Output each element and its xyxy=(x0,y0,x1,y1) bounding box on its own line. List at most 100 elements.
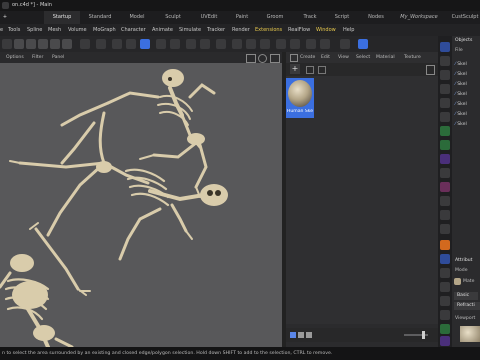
spline-icon[interactable] xyxy=(440,112,450,122)
menu-realflow[interactable]: RealFlow xyxy=(288,24,310,36)
deformer-icon[interactable] xyxy=(276,39,286,49)
menu-extensions[interactable]: Extensions xyxy=(255,24,282,36)
tab-sculpt[interactable]: Sculpt xyxy=(156,11,190,24)
tab-standard[interactable]: Standard xyxy=(82,11,118,24)
object-row[interactable]: ⁄ Skel xyxy=(455,100,467,109)
subdivision-icon[interactable] xyxy=(246,39,256,49)
cube-icon[interactable] xyxy=(216,39,226,49)
attributes-tab-refraction[interactable]: Refracti xyxy=(454,302,480,310)
menu-volume[interactable]: Volume xyxy=(68,24,87,36)
plugin-icon-1[interactable] xyxy=(440,268,450,278)
material-tool-icon-2[interactable] xyxy=(318,66,326,74)
settings-icon[interactable] xyxy=(440,140,450,150)
workplane-icon[interactable] xyxy=(112,39,122,49)
add-layout-icon[interactable]: + xyxy=(0,11,10,24)
viewport-menu-options[interactable]: Options xyxy=(6,52,24,63)
tab-my-workspace[interactable]: My_Workspace xyxy=(396,11,442,24)
material-menu-create[interactable]: Create xyxy=(300,52,315,63)
viewport-move-icon[interactable] xyxy=(246,54,256,63)
view-panel-icon[interactable] xyxy=(440,42,450,52)
cube-primitive-icon[interactable] xyxy=(440,56,450,66)
object-row[interactable]: ⁄ Skel xyxy=(455,70,467,79)
object-row[interactable]: ⁄ Skel xyxy=(455,120,467,129)
material-menu-select[interactable]: Select xyxy=(356,52,370,63)
view-mode-icon-3[interactable] xyxy=(306,332,312,338)
menu-mesh[interactable]: Mesh xyxy=(48,24,61,36)
object-mode-icon[interactable] xyxy=(14,39,24,49)
material-tag-icon[interactable] xyxy=(440,182,450,192)
scene-icon[interactable] xyxy=(440,168,450,178)
object-row[interactable]: ⁄ Skel xyxy=(455,60,467,69)
panel-toggle-icon[interactable] xyxy=(358,39,368,49)
generator-icon[interactable] xyxy=(440,126,450,136)
locked-workplane-icon[interactable] xyxy=(126,39,136,49)
tab-custsculpt[interactable]: CustSculpt xyxy=(450,11,480,24)
menu-help[interactable]: Help xyxy=(343,24,354,36)
tab-groom[interactable]: Groom xyxy=(260,11,290,24)
thumbnail-size-slider-handle[interactable] xyxy=(422,331,425,339)
menu-tools[interactable]: Tools xyxy=(8,24,20,36)
material-menu-view[interactable]: View xyxy=(338,52,349,63)
viewport-rotate-icon[interactable] xyxy=(258,54,267,63)
material-panel-menu-icon[interactable] xyxy=(290,54,298,62)
snap-icon[interactable] xyxy=(96,39,106,49)
view-mode-icon-1[interactable] xyxy=(290,332,296,338)
material-menu-material[interactable]: Material xyxy=(376,52,395,63)
pen-icon[interactable] xyxy=(232,39,242,49)
interactive-render-icon[interactable] xyxy=(186,39,196,49)
globe-icon[interactable] xyxy=(440,254,450,264)
polygons-mode-icon[interactable] xyxy=(50,39,60,49)
material-list-area[interactable]: Human Ske xyxy=(286,76,438,324)
material-menu-texture[interactable]: Texture xyxy=(404,52,421,63)
render-view-icon[interactable] xyxy=(156,39,166,49)
menu-character[interactable]: Character xyxy=(121,24,146,36)
menu-simulate[interactable]: Simulate xyxy=(179,24,201,36)
tab-uvedit[interactable]: UVEdit xyxy=(192,11,226,24)
object-row[interactable]: ⁄ Skel xyxy=(455,80,467,89)
view-mode-icon-2[interactable] xyxy=(298,332,304,338)
add-material-icon[interactable]: + xyxy=(290,64,300,74)
tab-track[interactable]: Track xyxy=(296,11,324,24)
plugin-icon-5[interactable] xyxy=(440,336,450,346)
material-grid-view-icon[interactable] xyxy=(426,65,435,75)
menu-mograph[interactable]: MoGraph xyxy=(93,24,116,36)
menu-window[interactable]: Window xyxy=(316,24,336,36)
python-icon[interactable] xyxy=(340,39,350,49)
menu-overflow-icon[interactable]: e xyxy=(0,24,3,36)
material-menu-edit[interactable]: Edit xyxy=(321,52,330,63)
enable-axis-icon[interactable] xyxy=(80,39,90,49)
menu-animate[interactable]: Animate xyxy=(152,24,173,36)
redshift-icon[interactable] xyxy=(440,240,450,250)
rotate-tool-icon[interactable] xyxy=(2,39,12,49)
viewport-menu-filter[interactable]: Filter xyxy=(32,52,43,63)
uv-mode-icon[interactable] xyxy=(62,39,72,49)
attributes-tab-basic[interactable]: Basic xyxy=(454,292,478,300)
menu-spline[interactable]: Spline xyxy=(27,24,42,36)
picture-viewer-icon[interactable] xyxy=(200,39,210,49)
plugin-icon-2[interactable] xyxy=(440,282,450,292)
plugin-icon-4[interactable] xyxy=(440,310,450,320)
viewport-menu-panel[interactable]: Panel xyxy=(52,52,64,63)
text-spline-icon[interactable] xyxy=(440,98,450,108)
menu-tracker[interactable]: Tracker xyxy=(207,24,225,36)
3d-viewport[interactable] xyxy=(0,63,282,347)
edges-mode-icon[interactable] xyxy=(38,39,48,49)
field-icon[interactable] xyxy=(440,224,450,234)
object-row[interactable]: ⁄ Skel xyxy=(455,90,467,99)
spline-tool-icon[interactable] xyxy=(440,196,450,206)
camera-icon[interactable] xyxy=(306,39,316,49)
cloner-icon[interactable] xyxy=(260,39,270,49)
objects-menu-file[interactable]: File xyxy=(455,48,463,53)
tab-nodes[interactable]: Nodes xyxy=(362,11,390,24)
tab-startup[interactable]: Startup xyxy=(44,11,80,24)
object-row[interactable]: ⁄ Skel xyxy=(455,110,467,119)
material-tool-icon-1[interactable] xyxy=(306,66,314,74)
tab-model[interactable]: Model xyxy=(120,11,154,24)
tab-script[interactable]: Script xyxy=(328,11,356,24)
mograph-icon[interactable] xyxy=(440,210,450,220)
grid-snap-icon[interactable] xyxy=(140,39,150,49)
light-icon[interactable] xyxy=(320,39,330,49)
plugin-icon-3[interactable] xyxy=(440,296,450,306)
viewport-maximize-icon[interactable] xyxy=(270,54,280,63)
menu-render[interactable]: Render xyxy=(232,24,250,36)
